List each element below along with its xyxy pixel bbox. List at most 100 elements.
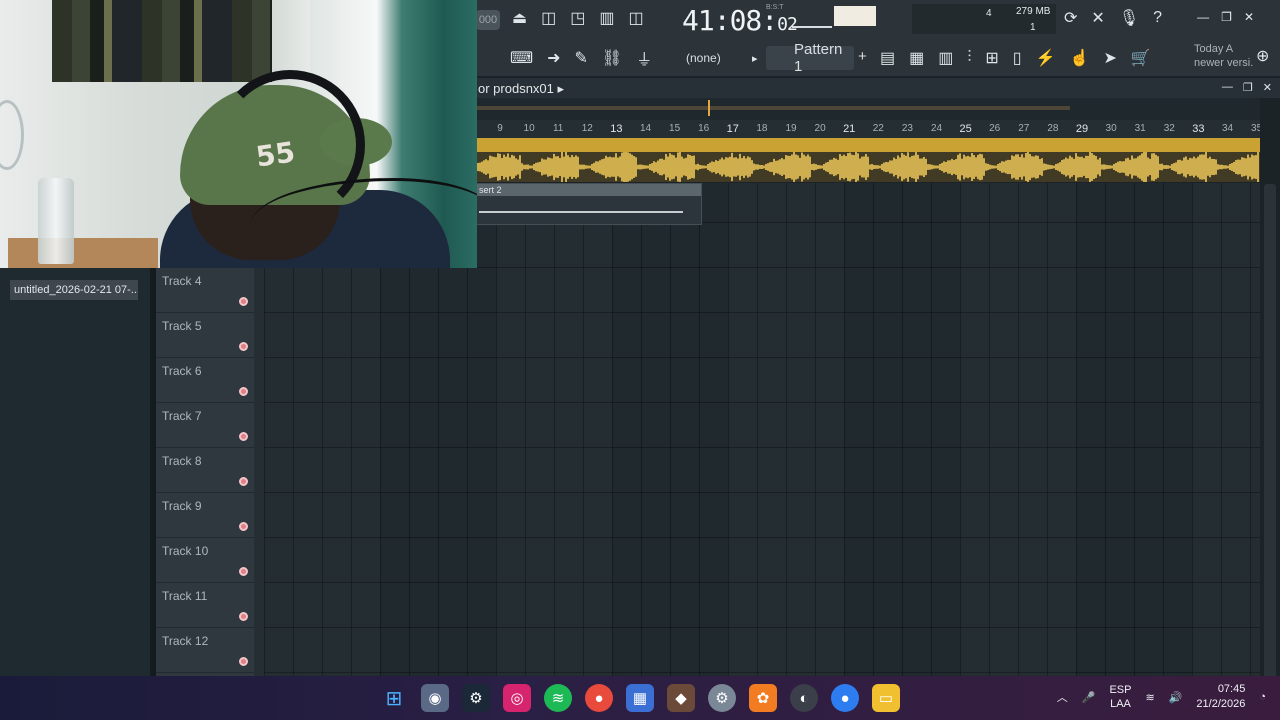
step-edit-icon[interactable]: ▥: [599, 6, 614, 30]
news-panel[interactable]: Today A newer versi.: [1194, 42, 1253, 70]
track-header-grip[interactable]: [254, 268, 264, 676]
language-indicator[interactable]: ESP LAA: [1109, 683, 1131, 711]
track-mute-led[interactable]: [239, 342, 248, 351]
add-pattern-button[interactable]: +: [858, 48, 867, 65]
playlist-icon[interactable]: ▤: [880, 46, 895, 70]
piano-roll-icon[interactable]: ▦: [909, 46, 924, 70]
track-mute-led[interactable]: [239, 477, 248, 486]
track-label: Track 4: [162, 274, 202, 288]
channel-rack-icon[interactable]: ▥: [938, 46, 953, 70]
minimize-icon[interactable]: —: [1197, 10, 1209, 24]
store-icon[interactable]: ▦: [626, 684, 654, 712]
audio-clip[interactable]: [476, 138, 1260, 182]
arrow-icon[interactable]: ➜: [547, 46, 560, 70]
instagram-icon[interactable]: ◎: [503, 684, 531, 712]
link-icon[interactable]: ⛓: [602, 46, 622, 70]
playlist-vertical-scroll[interactable]: [1260, 98, 1280, 720]
game-app-icon[interactable]: ◆: [667, 684, 695, 712]
track-mute-led[interactable]: [239, 432, 248, 441]
maximize-icon[interactable]: ❐: [1221, 10, 1232, 24]
refresh-icon[interactable]: ⟳: [1064, 6, 1077, 30]
help-icon[interactable]: ?: [1153, 6, 1162, 30]
playlist-restore-icon[interactable]: ❐: [1243, 81, 1253, 94]
stamp-icon[interactable]: ⏚: [636, 46, 652, 70]
track-header[interactable]: Track 10: [156, 538, 254, 583]
playlist-horizontal-scroll[interactable]: [476, 98, 1280, 120]
vertical-scroll-thumb[interactable]: [1264, 184, 1276, 720]
ruler-bar-number: 27: [1018, 123, 1030, 134]
export-icon[interactable]: ➤: [1103, 46, 1116, 70]
ruler-bar-number: 30: [1105, 123, 1117, 134]
wifi-icon[interactable]: ≋: [1145, 691, 1154, 704]
playhead-marker[interactable]: [708, 100, 710, 116]
blend-notes-icon[interactable]: ◫: [629, 6, 644, 30]
countdown-icon[interactable]: ◳: [570, 6, 585, 30]
typing-keyboard-icon[interactable]: ⌨: [510, 46, 533, 70]
track-header[interactable]: Track 5: [156, 313, 254, 358]
track-header[interactable]: Track 7: [156, 403, 254, 448]
ruler-bar-number: 29: [1075, 123, 1089, 135]
track-header[interactable]: Track 11: [156, 583, 254, 628]
play-arrow-icon[interactable]: ▸: [752, 46, 758, 70]
track-header[interactable]: Track 4: [156, 268, 254, 313]
audio-clip-header[interactable]: [476, 138, 1260, 152]
fl-studio-window: 000 ⏏ ◫ ◳ ▥ ◫ 41:08:02 B:S:T 4 1 279 MB …: [0, 0, 1280, 720]
tempo-display[interactable]: 000: [476, 10, 500, 30]
webcam-table: [8, 238, 158, 268]
system-clock[interactable]: 07:45 21/2/2026: [1196, 682, 1245, 712]
microphone-icon[interactable]: 🎙: [1119, 6, 1139, 30]
chrome-icon[interactable]: ●: [585, 684, 613, 712]
webcam-fan: [0, 100, 24, 170]
file-explorer-icon[interactable]: ▭: [872, 684, 900, 712]
brush-icon[interactable]: ✎: [575, 46, 588, 70]
playlist-minimize-icon[interactable]: —: [1222, 81, 1233, 94]
clock-date: 21/2/2026: [1196, 698, 1246, 710]
windows-start-icon[interactable]: ⊞: [380, 684, 408, 712]
file-icon[interactable]: ▯: [1013, 46, 1022, 70]
browser-file-item[interactable]: untitled_2026-02-21 07-...: [10, 280, 138, 300]
track-mute-led[interactable]: [239, 387, 248, 396]
fl-studio-icon[interactable]: ✿: [749, 684, 777, 712]
steam-icon[interactable]: ⚙: [462, 684, 490, 712]
settings-icon[interactable]: ⚙: [708, 684, 736, 712]
track-mute-led[interactable]: [239, 567, 248, 576]
window-icon-group: ▤ ▦ ▥ ⫶ ⊞ ▯ ⚡ ☝ ➤ 🛒: [880, 46, 1151, 70]
browser-icon[interactable]: ⊞: [985, 46, 998, 70]
track-mute-led[interactable]: [239, 297, 248, 306]
tray-microphone-icon[interactable]: 🎤: [1082, 691, 1096, 704]
plugin-icon[interactable]: ⚡: [1036, 46, 1056, 70]
close-icon[interactable]: ✕: [1244, 10, 1254, 24]
pattern-selector[interactable]: Pattern 1: [766, 41, 854, 75]
spotify-icon[interactable]: ≋: [544, 684, 572, 712]
scroll-thumb[interactable]: [476, 106, 1070, 110]
insert-automation-clip[interactable]: sert 2: [476, 183, 702, 225]
ruler-bar-number: 19: [785, 123, 797, 134]
metronome-icon[interactable]: ⏏: [512, 6, 527, 30]
globe-icon[interactable]: ⊕: [1256, 44, 1269, 68]
track-header[interactable]: Track 6: [156, 358, 254, 403]
tools-icon[interactable]: ✕: [1091, 6, 1104, 30]
obs-icon[interactable]: ◐: [790, 684, 818, 712]
volume-icon[interactable]: 🔊: [1169, 691, 1183, 704]
wait-input-icon[interactable]: ◫: [541, 6, 556, 30]
track-mute-led[interactable]: [239, 657, 248, 666]
track-header[interactable]: Track 9: [156, 493, 254, 538]
chrome-profile-icon[interactable]: ●: [831, 684, 859, 712]
ruler-bar-number: 33: [1192, 123, 1205, 135]
tray-expand-icon[interactable]: ︿: [1057, 689, 1068, 705]
memory-usage: 279 MB: [1016, 6, 1051, 17]
touch-icon[interactable]: ☝: [1070, 46, 1090, 70]
scale-selector[interactable]: (none): [686, 51, 721, 65]
track-header[interactable]: Track 8: [156, 448, 254, 493]
mixer-icon[interactable]: ⫶: [967, 46, 971, 70]
camera-app-icon[interactable]: ◉: [421, 684, 449, 712]
notification-icon[interactable]: ◔: [1259, 691, 1266, 703]
ruler-bar-number: 16: [698, 123, 710, 134]
cart-icon[interactable]: 🛒: [1131, 46, 1151, 70]
track-mute-led[interactable]: [239, 522, 248, 531]
track-mute-led[interactable]: [239, 612, 248, 621]
timeline-ruler[interactable]: 9 10 11 12 13 14 15 16 17 18 19 20 21 22 23 24 25 26 27 28 2…: [476, 120, 1280, 138]
system-tray: ︿ 🎤 ESP LAA ≋ 🔊 07:45 21/2/2026 ◔: [1057, 682, 1266, 712]
playlist-close-icon[interactable]: ✕: [1263, 81, 1272, 94]
track-header[interactable]: Track 12: [156, 628, 254, 673]
